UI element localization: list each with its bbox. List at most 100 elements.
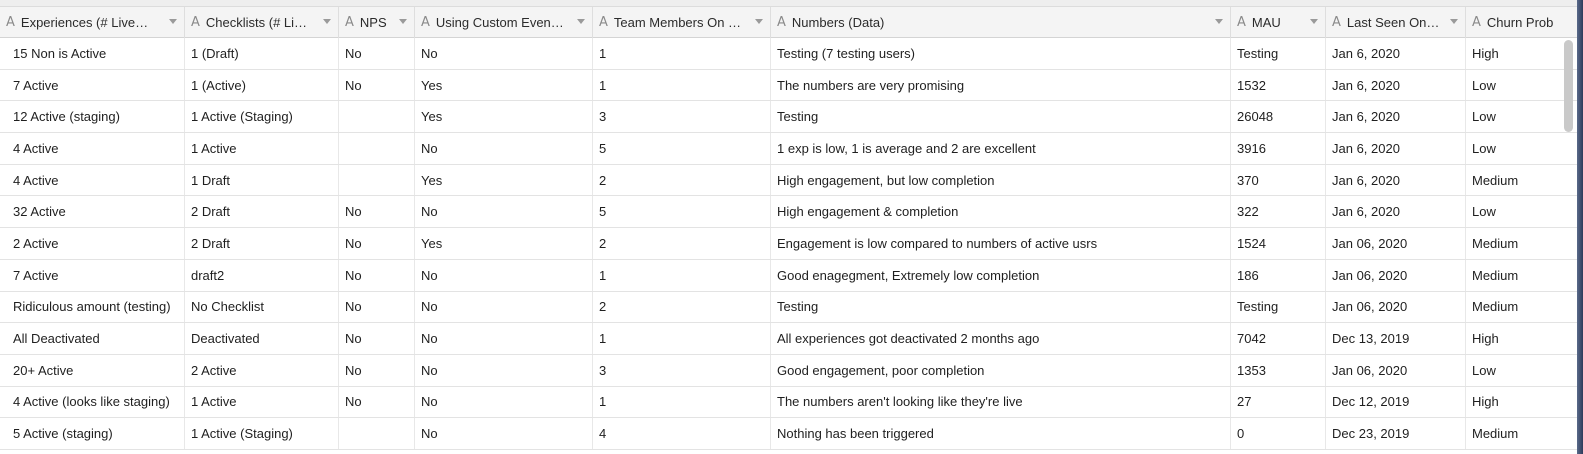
table-cell[interactable]: The numbers aren't looking like they're … [771,386,1231,418]
column-header-2[interactable]: A NPS [339,7,415,38]
table-cell[interactable]: No [339,354,415,386]
column-header-8[interactable]: A Churn Prob [1466,7,1583,38]
table-cell[interactable]: 4 Active [0,133,185,164]
chevron-down-icon[interactable] [323,19,331,24]
table-cell[interactable]: Jan 6, 2020 [1326,38,1466,69]
table-cell[interactable]: No [415,291,593,323]
table-cell[interactable] [339,133,415,164]
table-cell[interactable]: 2 [593,164,771,196]
table-cell[interactable]: 186 [1231,259,1326,291]
table-cell[interactable]: High [1466,323,1583,354]
table-cell[interactable]: Jan 6, 2020 [1326,164,1466,196]
table-cell[interactable]: 27 [1231,386,1326,418]
table-row[interactable]: 15 Non is Active 1 (Draft) No No 1 Testing (7… [0,38,1583,70]
table-cell[interactable]: Ridiculous amount (testing) [0,291,185,323]
table-cell[interactable]: 1532 [1231,69,1326,101]
table-cell[interactable] [339,164,415,196]
table-cell[interactable]: No [415,323,593,354]
table-cell[interactable]: Jan 06, 2020 [1326,259,1466,291]
table-cell[interactable]: 1 [593,323,771,354]
table-cell[interactable]: 2 Active [0,228,185,259]
table-cell[interactable]: 1 Active [185,386,339,418]
table-cell[interactable]: 4 Active [0,164,185,196]
table-cell[interactable]: 7042 [1231,323,1326,354]
table-cell[interactable]: Dec 23, 2019 [1326,418,1466,449]
table-cell[interactable]: 3 [593,101,771,133]
table-cell[interactable]: Deactivated [185,323,339,354]
table-cell[interactable]: High engagement, but low completion [771,164,1231,196]
table-cell[interactable] [339,418,415,449]
table-row[interactable]: 7 Active 1 (Active) No Yes 1 The numbers are … [0,69,1583,102]
column-header-3[interactable]: A Using Custom Even… [415,7,593,38]
table-cell[interactable]: No [339,196,415,228]
table-cell[interactable]: Medium [1466,164,1583,196]
table-cell[interactable]: Testing (7 testing users) [771,38,1231,69]
table-row[interactable]: 4 Active 1 Draft Yes 2 High engagement, but … [0,164,1583,197]
table-cell[interactable]: 1 Draft [185,164,339,196]
table-cell[interactable]: No [339,259,415,291]
table-cell[interactable]: 7 Active [0,69,185,101]
table-cell[interactable]: The numbers are very promising [771,69,1231,101]
table-cell[interactable]: Yes [415,69,593,101]
table-cell[interactable]: 2 Draft [185,196,339,228]
table-cell[interactable]: 1524 [1231,228,1326,259]
table-cell[interactable]: 1 [593,386,771,418]
table-cell[interactable]: 1 [593,259,771,291]
table-cell[interactable]: Jan 06, 2020 [1326,354,1466,386]
table-cell[interactable]: 4 Active (looks like staging) [0,386,185,418]
table-cell[interactable]: 1353 [1231,354,1326,386]
table-row[interactable]: 5 Active (staging) 1 Active (Staging) No 4 N… [0,418,1583,450]
table-cell[interactable]: Jan 6, 2020 [1326,133,1466,164]
chevron-down-icon[interactable] [1215,19,1223,24]
table-cell[interactable]: Good engagement, poor completion [771,354,1231,386]
table-cell[interactable]: Low [1466,133,1583,164]
chevron-down-icon[interactable] [1310,19,1318,24]
table-cell[interactable]: 322 [1231,196,1326,228]
table-cell[interactable]: 32 Active [0,196,185,228]
table-cell[interactable]: 4 [593,418,771,449]
column-header-5[interactable]: A Numbers (Data) [771,7,1231,38]
table-row[interactable]: 4 Active 1 Active No 5 1 exp is low, 1 is av… [0,133,1583,165]
table-cell[interactable]: 2 Active [185,354,339,386]
column-header-7[interactable]: A Last Seen On… [1326,7,1466,38]
vertical-scrollbar[interactable] [1564,40,1573,132]
table-cell[interactable]: 1 Active (Staging) [185,418,339,449]
table-cell[interactable]: Nothing has been triggered [771,418,1231,449]
table-row[interactable]: All Deactivated Deactivated No No 1 All exper… [0,323,1583,355]
table-cell[interactable]: 1 [593,69,771,101]
chevron-down-icon[interactable] [1450,19,1458,24]
table-cell[interactable]: 1 Active (Staging) [185,101,339,133]
table-cell[interactable]: 7 Active [0,259,185,291]
table-cell[interactable]: Testing [1231,291,1326,323]
table-cell[interactable]: Testing [771,101,1231,133]
table-cell[interactable]: High [1466,386,1583,418]
table-cell[interactable]: No [415,196,593,228]
table-cell[interactable]: No [339,228,415,259]
table-cell[interactable]: Low [1466,196,1583,228]
column-header-4[interactable]: A Team Members On … [593,7,771,38]
table-cell[interactable]: 2 [593,291,771,323]
table-cell[interactable]: Jan 6, 2020 [1326,196,1466,228]
table-cell[interactable]: Jan 06, 2020 [1326,228,1466,259]
table-cell[interactable]: Engagement is low compared to numbers of… [771,228,1231,259]
table-cell[interactable]: Yes [415,101,593,133]
table-cell[interactable]: Dec 13, 2019 [1326,323,1466,354]
table-cell[interactable]: 2 Draft [185,228,339,259]
table-cell[interactable]: No [415,38,593,69]
table-cell[interactable]: 1 Active [185,133,339,164]
table-cell[interactable]: No [415,133,593,164]
table-cell[interactable]: No [415,386,593,418]
table-cell[interactable]: No Checklist [185,291,339,323]
table-cell[interactable]: 1 [593,38,771,69]
table-cell[interactable]: Low [1466,354,1583,386]
table-row[interactable]: Ridiculous amount (testing) No Checklist N… [0,291,1583,324]
table-cell[interactable]: 1 (Draft) [185,38,339,69]
table-cell[interactable]: draft2 [185,259,339,291]
table-cell[interactable]: Medium [1466,228,1583,259]
table-cell[interactable]: 1 exp is low, 1 is average and 2 are exc… [771,133,1231,164]
table-cell[interactable]: All Deactivated [0,323,185,354]
table-cell[interactable]: Testing [1231,38,1326,69]
table-row[interactable]: 7 Active draft2 No No 1 Good enagegment, Extr… [0,259,1583,292]
chevron-down-icon[interactable] [399,19,407,24]
table-cell[interactable]: 370 [1231,164,1326,196]
